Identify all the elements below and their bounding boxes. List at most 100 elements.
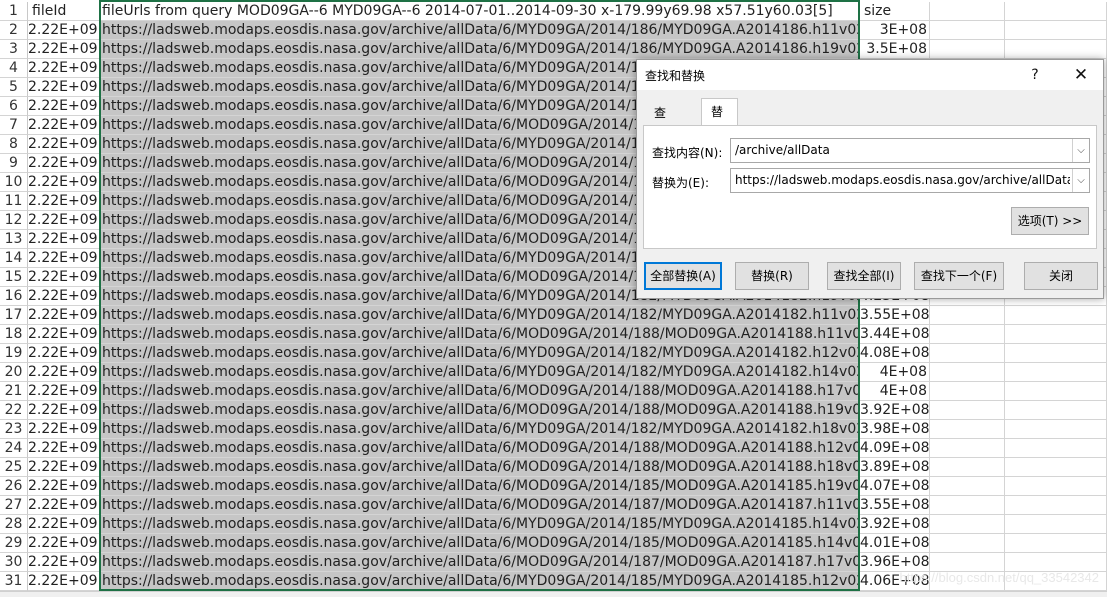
chevron-down-icon[interactable]: ⌵ — [1072, 169, 1089, 192]
row-number[interactable]: 22 — [0, 401, 28, 420]
url-cell[interactable]: https://ladsweb.modaps.eosdis.nasa.gov/a… — [100, 496, 860, 515]
empty-cell[interactable] — [930, 477, 1005, 496]
size-cell[interactable]: 3.89E+08 — [860, 458, 930, 477]
fileid-cell[interactable]: 2.22E+09 — [28, 534, 100, 553]
empty-cell[interactable] — [1005, 363, 1107, 382]
row-number[interactable]: 29 — [0, 534, 28, 553]
empty-cell[interactable] — [930, 325, 1005, 344]
empty-cell[interactable] — [1005, 515, 1107, 534]
fileid-cell[interactable]: 2.22E+09 — [28, 515, 100, 534]
fileid-cell[interactable]: 2.22E+09 — [28, 344, 100, 363]
size-cell[interactable]: 4E+08 — [860, 382, 930, 401]
row-number[interactable]: 16 — [0, 287, 28, 306]
row-number[interactable]: 14 — [0, 249, 28, 268]
size-cell[interactable]: 4E+08 — [860, 363, 930, 382]
fileid-cell[interactable]: 2.22E+09 — [28, 21, 100, 40]
row-number[interactable]: 9 — [0, 154, 28, 173]
size-cell[interactable]: 4.01E+08 — [860, 534, 930, 553]
row-number[interactable]: 2 — [0, 21, 28, 40]
row-number[interactable]: 3 — [0, 40, 28, 59]
find-input[interactable]: /archive/allData ⌵ — [730, 138, 1090, 163]
row-number[interactable]: 19 — [0, 344, 28, 363]
empty-cell[interactable] — [1005, 401, 1107, 420]
close-button[interactable]: 关闭 — [1024, 262, 1098, 290]
url-cell[interactable]: https://ladsweb.modaps.eosdis.nasa.gov/a… — [100, 515, 860, 534]
row-number[interactable]: 10 — [0, 173, 28, 192]
empty-cell[interactable] — [930, 515, 1005, 534]
dialog-titlebar[interactable]: 查找和替换 ? ✕ — [637, 60, 1103, 90]
empty-cell[interactable] — [1005, 325, 1107, 344]
empty-cell[interactable] — [930, 401, 1005, 420]
fileid-cell[interactable]: 2.22E+09 — [28, 572, 100, 591]
empty-cell[interactable] — [1005, 21, 1107, 40]
empty-cell[interactable] — [1005, 420, 1107, 439]
fileid-cell[interactable]: 2.22E+09 — [28, 553, 100, 572]
find-next-button[interactable]: 查找下一个(F) — [914, 262, 1004, 290]
fileid-cell[interactable]: 2.22E+09 — [28, 78, 100, 97]
close-icon[interactable]: ✕ — [1063, 60, 1099, 90]
row-number[interactable]: 4 — [0, 59, 28, 78]
row-number[interactable]: 26 — [0, 477, 28, 496]
fileid-cell[interactable]: 2.22E+09 — [28, 97, 100, 116]
empty-cell[interactable] — [1005, 306, 1107, 325]
size-cell[interactable]: 3.44E+08 — [860, 325, 930, 344]
url-cell[interactable]: https://ladsweb.modaps.eosdis.nasa.gov/a… — [100, 40, 860, 59]
size-cell[interactable]: 3.98E+08 — [860, 420, 930, 439]
empty-cell[interactable] — [1005, 534, 1107, 553]
row-number[interactable]: 30 — [0, 553, 28, 572]
replace-button[interactable]: 替换(R) — [735, 262, 809, 290]
size-cell[interactable]: 4.08E+08 — [860, 344, 930, 363]
empty-cell[interactable] — [1005, 344, 1107, 363]
header-cell-fileid[interactable]: fileId — [28, 2, 100, 21]
fileid-cell[interactable]: 2.22E+09 — [28, 230, 100, 249]
fileid-cell[interactable]: 2.22E+09 — [28, 154, 100, 173]
fileid-cell[interactable]: 2.22E+09 — [28, 420, 100, 439]
row-number[interactable]: 20 — [0, 363, 28, 382]
fileid-cell[interactable]: 2.22E+09 — [28, 458, 100, 477]
fileid-cell[interactable]: 2.22E+09 — [28, 249, 100, 268]
fileid-cell[interactable]: 2.22E+09 — [28, 173, 100, 192]
size-cell[interactable]: 3.55E+08 — [860, 496, 930, 515]
url-cell[interactable]: https://ladsweb.modaps.eosdis.nasa.gov/a… — [100, 553, 860, 572]
empty-cell[interactable] — [930, 40, 1005, 59]
help-icon[interactable]: ? — [1017, 60, 1053, 90]
empty-cell[interactable] — [1005, 439, 1107, 458]
empty-cell[interactable] — [930, 2, 1005, 21]
url-cell[interactable]: https://ladsweb.modaps.eosdis.nasa.gov/a… — [100, 344, 860, 363]
row-number[interactable]: 24 — [0, 439, 28, 458]
fileid-cell[interactable]: 2.22E+09 — [28, 40, 100, 59]
empty-cell[interactable] — [930, 344, 1005, 363]
url-cell[interactable]: https://ladsweb.modaps.eosdis.nasa.gov/a… — [100, 401, 860, 420]
fileid-cell[interactable]: 2.22E+09 — [28, 59, 100, 78]
empty-cell[interactable] — [930, 420, 1005, 439]
row-number[interactable]: 6 — [0, 97, 28, 116]
empty-cell[interactable] — [1005, 458, 1107, 477]
row-number[interactable]: 15 — [0, 268, 28, 287]
empty-cell[interactable] — [930, 439, 1005, 458]
replace-all-button[interactable]: 全部替换(A) — [644, 262, 722, 290]
row-number[interactable]: 7 — [0, 116, 28, 135]
empty-cell[interactable] — [1005, 2, 1107, 21]
fileid-cell[interactable]: 2.22E+09 — [28, 325, 100, 344]
fileid-cell[interactable]: 2.22E+09 — [28, 135, 100, 154]
empty-cell[interactable] — [930, 21, 1005, 40]
empty-cell[interactable] — [1005, 477, 1107, 496]
header-cell-fileurls[interactable]: fileUrls from query MOD09GA--6 MYD09GA--… — [100, 2, 860, 21]
fileid-cell[interactable]: 2.22E+09 — [28, 477, 100, 496]
url-cell[interactable]: https://ladsweb.modaps.eosdis.nasa.gov/a… — [100, 439, 860, 458]
row-number[interactable]: 8 — [0, 135, 28, 154]
empty-cell[interactable] — [930, 534, 1005, 553]
size-cell[interactable]: 3.55E+08 — [860, 306, 930, 325]
row-number[interactable]: 21 — [0, 382, 28, 401]
row-number[interactable]: 11 — [0, 192, 28, 211]
fileid-cell[interactable]: 2.22E+09 — [28, 401, 100, 420]
fileid-cell[interactable]: 2.22E+09 — [28, 287, 100, 306]
row-number[interactable]: 12 — [0, 211, 28, 230]
row-number[interactable]: 13 — [0, 230, 28, 249]
tab-replace[interactable]: 替换(P) — [701, 98, 738, 171]
size-cell[interactable]: 3.5E+08 — [860, 40, 930, 59]
tab-find[interactable]: 查找(D) — [647, 102, 680, 160]
url-cell[interactable]: https://ladsweb.modaps.eosdis.nasa.gov/a… — [100, 572, 860, 591]
url-cell[interactable]: https://ladsweb.modaps.eosdis.nasa.gov/a… — [100, 363, 860, 382]
fileid-cell[interactable]: 2.22E+09 — [28, 496, 100, 515]
